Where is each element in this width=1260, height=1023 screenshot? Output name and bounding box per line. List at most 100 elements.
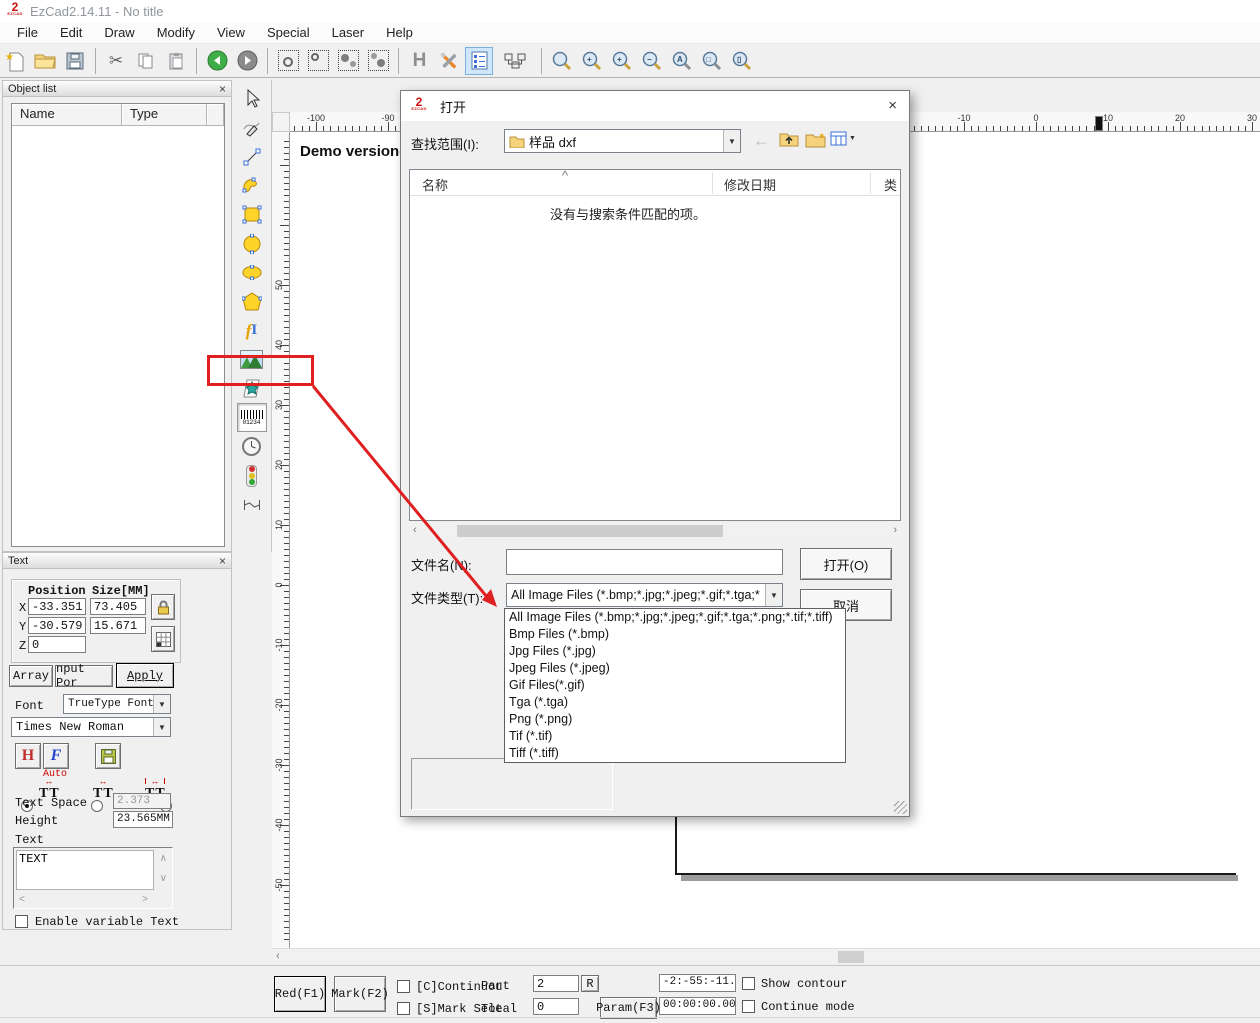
up-folder-icon[interactable] [779,131,799,153]
polygon-tool-icon[interactable] [237,287,267,316]
paste-button[interactable] [162,47,190,75]
menu-item[interactable]: Help [375,23,424,42]
save-button[interactable] [61,47,89,75]
file-type-option[interactable]: Tif (*.tif) [505,728,845,745]
open-file-button[interactable] [31,47,59,75]
close-icon[interactable]: × [888,97,897,114]
menu-item[interactable]: View [206,23,256,42]
node-structure-button[interactable] [502,47,530,75]
hatch-button[interactable]: H [405,47,433,75]
zoom-all-icon[interactable]: A [668,47,696,75]
file-list-hscrollbar[interactable]: ‹ › [409,523,901,539]
zoom-view-icon[interactable] [548,47,576,75]
chevron-down-icon[interactable]: ▼ [765,584,782,606]
text-tool-icon[interactable]: fI [237,316,267,345]
rectangle-tool-icon[interactable] [237,200,267,229]
copy-button[interactable] [132,47,160,75]
redo-button[interactable] [233,47,261,75]
new-folder-icon[interactable]: ✶ [805,131,826,153]
scroll-left-icon[interactable]: ‹ [276,950,280,962]
select-tool-icon[interactable] [237,84,267,113]
menu-item[interactable]: Laser [321,23,376,42]
io-traffic-light-tool-icon[interactable] [237,461,267,490]
delay-clock-tool-icon[interactable] [237,432,267,461]
curve-tool-icon[interactable] [237,171,267,200]
menu-item[interactable]: Special [256,23,321,42]
show-contour-checkbox[interactable] [742,977,755,990]
total-count-field[interactable]: 0 [533,998,579,1015]
barcode-tool-icon[interactable]: 01234 [237,403,267,432]
file-type-option[interactable]: All Image Files (*.bmp;*.jpg;*.jpeg;*.gi… [505,609,845,626]
y-position-field[interactable]: -30.579 [28,617,86,634]
zoom-move-icon[interactable]: + [578,47,606,75]
enable-variable-checkbox[interactable] [15,915,28,928]
lock-ratio-button[interactable] [151,594,175,620]
scrollbar-thumb[interactable] [457,525,723,537]
reset-part-button[interactable]: R [581,975,599,992]
zoom-selection-icon[interactable]: □ [698,47,726,75]
tools-button[interactable] [435,47,463,75]
menu-item[interactable]: Modify [146,23,206,42]
close-icon[interactable]: × [219,556,226,566]
distance-tool-icon[interactable] [237,490,267,519]
zoom-page-icon[interactable]: ▯ [728,47,756,75]
chevron-down-icon[interactable]: ▼ [723,130,740,152]
file-type-option[interactable]: Bmp Files (*.bmp) [505,626,845,643]
ellipse-tool-icon[interactable] [237,258,267,287]
file-list[interactable]: 名称 ^ 修改日期 类 没有与搜索条件匹配的项。 [409,169,901,521]
z-position-field[interactable]: 0 [28,636,86,653]
column-name[interactable]: 名称 [422,175,448,194]
menu-item[interactable]: Edit [49,23,93,42]
anchor-grid-button[interactable] [151,626,175,652]
mark-param-list-button[interactable] [465,47,493,75]
file-type-option[interactable]: Jpg Files (*.jpg) [505,643,845,660]
view-menu-icon[interactable]: ▼ [830,131,856,146]
text-space-field[interactable]: 2.373 [113,793,171,809]
font-style-button[interactable]: F [43,743,69,769]
continuous-checkbox[interactable] [397,980,410,993]
scrollbar-thumb[interactable] [838,951,864,963]
canvas-hscrollbar[interactable]: ‹ [272,948,1260,964]
file-type-option[interactable]: Jpeg Files (*.jpeg) [505,660,845,677]
red-f1-button[interactable]: Red(F1) [274,976,326,1012]
object-op-button-1[interactable] [274,47,302,75]
line-tool-icon[interactable] [237,142,267,171]
font-type-combobox[interactable]: TrueType Font-15 ▼ [63,694,171,714]
object-op-button-4[interactable] [364,47,392,75]
scroll-down-icon[interactable]: ∨ [160,874,167,884]
file-type-option[interactable]: Png (*.png) [505,711,845,728]
node-edit-tool-icon[interactable] [237,113,267,142]
part-count-field[interactable]: 2 [533,975,579,992]
file-type-option[interactable]: Gif Files(*.gif) [505,677,845,694]
hatch-text-button[interactable]: H [15,743,41,769]
column-type[interactable]: 类 [884,175,897,194]
undo-button[interactable] [203,47,231,75]
resize-grip[interactable] [894,801,907,814]
zoom-in-icon[interactable]: + [608,47,636,75]
close-icon[interactable]: × [219,84,226,94]
open-button[interactable]: 打开(O) [800,548,892,580]
continue-mode-checkbox[interactable] [742,1000,755,1013]
chevron-down-icon[interactable]: ▼ [153,695,170,713]
save-font-param-button[interactable] [95,743,121,769]
x-position-field[interactable]: -33.351 [28,598,86,615]
file-type-option[interactable]: Tiff (*.tiff) [505,745,845,762]
text-content-value[interactable]: TEXT [16,850,154,890]
zoom-out-icon[interactable]: − [638,47,666,75]
column-date-modified[interactable]: 修改日期 [724,175,776,194]
file-type-option[interactable]: Tga (*.tga) [505,694,845,711]
column-header-type[interactable]: Type [122,104,207,126]
height-field[interactable]: 23.565MM [113,811,173,828]
param-f3-button[interactable]: Param(F3) [600,997,657,1019]
tab-array[interactable]: Array [9,665,53,687]
scroll-up-icon[interactable]: ∧ [160,854,167,864]
object-op-button-3[interactable] [334,47,362,75]
object-op-button-2[interactable] [304,47,332,75]
mark-selected-checkbox[interactable] [397,1002,410,1015]
chevron-down-icon[interactable]: ▼ [153,718,170,736]
apply-button[interactable]: Apply [116,663,174,688]
tab-input-port[interactable]: nput Por [55,665,113,687]
new-file-button[interactable]: ★ [1,47,29,75]
x-size-field[interactable]: 73.405 [90,598,146,615]
text-content-box[interactable]: TEXT ∧ ∨ < > [13,847,173,909]
